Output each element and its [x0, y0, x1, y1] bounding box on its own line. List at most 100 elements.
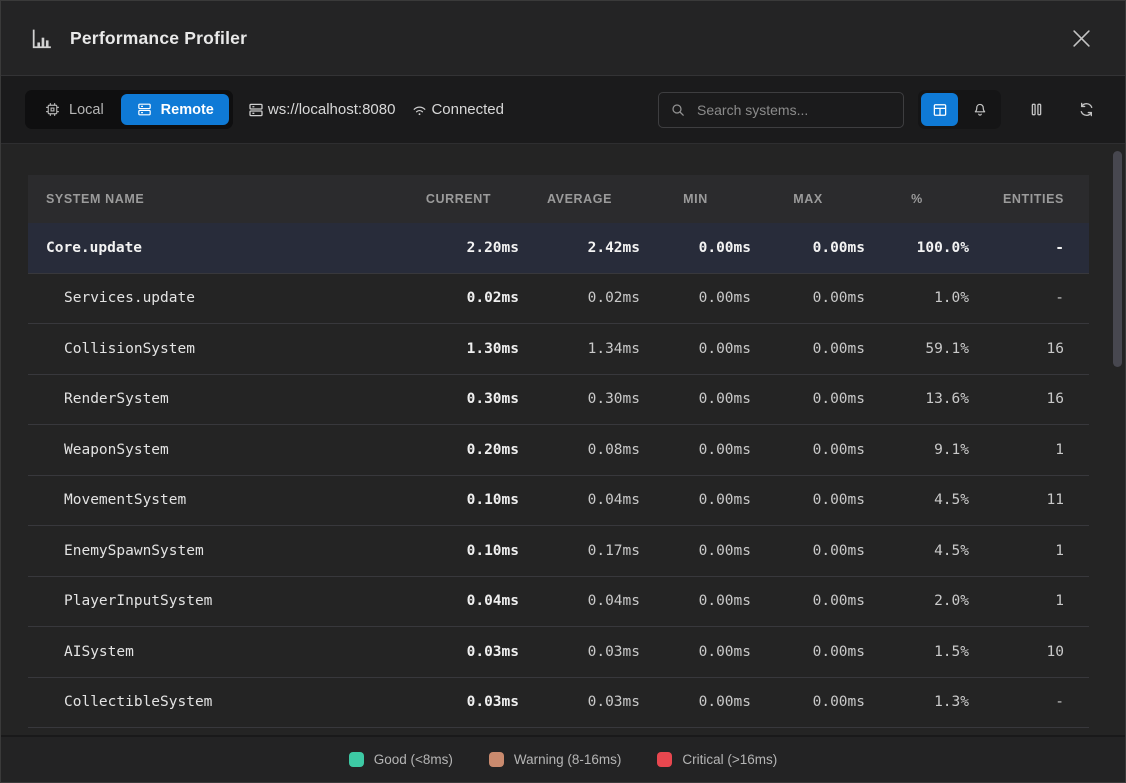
legend-swatch	[657, 752, 672, 767]
search-box[interactable]	[658, 92, 904, 128]
max-value: 0.00ms	[751, 543, 865, 559]
toolbar: Local Remote	[1, 76, 1125, 144]
pause-icon	[1027, 100, 1046, 119]
average-value: 0.03ms	[519, 644, 640, 660]
max-value: 0.00ms	[751, 442, 865, 458]
pause-button[interactable]	[1021, 93, 1051, 126]
table-row[interactable]: CollectibleSystem0.03ms0.03ms0.00ms0.00m…	[28, 678, 1089, 729]
refresh-button[interactable]	[1071, 93, 1101, 126]
current-value: 0.04ms	[398, 593, 519, 609]
entities-value: -	[969, 694, 1064, 710]
entities-value: 10	[969, 644, 1064, 660]
system-name: Core.update	[46, 240, 398, 256]
search-input[interactable]	[695, 101, 892, 119]
average-value: 0.08ms	[519, 442, 640, 458]
legend-label: Warning (8-16ms)	[514, 752, 622, 767]
table-view-button[interactable]	[921, 93, 958, 126]
legend-item: Good (<8ms)	[349, 752, 453, 767]
table-row[interactable]: Core.update2.20ms2.42ms0.00ms0.00ms100.0…	[28, 223, 1089, 274]
refresh-icon	[1077, 100, 1096, 119]
max-value: 0.00ms	[751, 694, 865, 710]
system-name: AISystem	[46, 644, 398, 660]
table-row[interactable]: PlayerInputSystem0.04ms0.04ms0.00ms0.00m…	[28, 577, 1089, 628]
max-value: 0.00ms	[751, 341, 865, 357]
percent-value: 1.5%	[865, 644, 969, 660]
system-name: MovementSystem	[46, 492, 398, 508]
column-header[interactable]: AVERAGE	[519, 192, 640, 206]
alerts-button[interactable]	[961, 93, 998, 126]
column-header[interactable]: ENTITIES	[969, 192, 1064, 206]
bell-icon	[971, 101, 989, 119]
current-value: 0.10ms	[398, 543, 519, 559]
title-bar: Performance Profiler	[1, 1, 1125, 76]
current-value: 2.20ms	[398, 240, 519, 256]
legend-swatch	[489, 752, 504, 767]
max-value: 0.00ms	[751, 240, 865, 256]
table-row[interactable]: EnemySpawnSystem0.10ms0.17ms0.00ms0.00ms…	[28, 526, 1089, 577]
view-toggle-group	[918, 90, 1001, 129]
legend-label: Good (<8ms)	[374, 752, 453, 767]
column-header[interactable]: CURRENT	[398, 192, 519, 206]
close-icon[interactable]	[1068, 25, 1095, 52]
table-row[interactable]: WeaponSystem0.20ms0.08ms0.00ms0.00ms9.1%…	[28, 425, 1089, 476]
current-value: 0.03ms	[398, 644, 519, 660]
scrollbar-thumb[interactable]	[1113, 151, 1122, 367]
column-header[interactable]: MIN	[640, 192, 751, 206]
max-value: 0.00ms	[751, 644, 865, 660]
remote-mode-button[interactable]: Remote	[121, 94, 229, 125]
column-header[interactable]: MAX	[751, 192, 865, 206]
system-name: CollectibleSystem	[46, 694, 398, 710]
content-area: SYSTEM NAMECURRENTAVERAGEMINMAX%ENTITIES…	[1, 144, 1125, 735]
wifi-icon	[411, 101, 428, 118]
connection-status-label: Connected	[431, 101, 504, 118]
min-value: 0.00ms	[640, 694, 751, 710]
max-value: 0.00ms	[751, 492, 865, 508]
current-value: 0.20ms	[398, 442, 519, 458]
percent-value: 2.0%	[865, 593, 969, 609]
entities-value: 1	[969, 543, 1064, 559]
current-value: 0.30ms	[398, 391, 519, 407]
remote-mode-label: Remote	[161, 102, 214, 118]
max-value: 0.00ms	[751, 391, 865, 407]
current-value: 0.03ms	[398, 694, 519, 710]
percent-value: 100.0%	[865, 240, 969, 256]
min-value: 0.00ms	[640, 543, 751, 559]
table-row[interactable]: Services.update0.02ms0.02ms0.00ms0.00ms1…	[28, 274, 1089, 325]
percent-value: 9.1%	[865, 442, 969, 458]
local-mode-button[interactable]: Local	[29, 94, 119, 125]
websocket-address: ws://localhost:8080	[247, 101, 396, 119]
system-name: EnemySpawnSystem	[46, 543, 398, 559]
table-row[interactable]: RenderSystem0.30ms0.30ms0.00ms0.00ms13.6…	[28, 375, 1089, 426]
table-icon	[931, 101, 949, 119]
percent-value: 1.0%	[865, 290, 969, 306]
min-value: 0.00ms	[640, 290, 751, 306]
local-mode-label: Local	[69, 102, 104, 118]
current-value: 0.02ms	[398, 290, 519, 306]
table-header: SYSTEM NAMECURRENTAVERAGEMINMAX%ENTITIES	[28, 175, 1089, 223]
percent-value: 13.6%	[865, 391, 969, 407]
average-value: 0.30ms	[519, 391, 640, 407]
legend: Good (<8ms)Warning (8-16ms)Critical (>16…	[1, 735, 1125, 782]
entities-value: -	[969, 240, 1064, 256]
system-name: RenderSystem	[46, 391, 398, 407]
percent-value: 59.1%	[865, 341, 969, 357]
percent-value: 4.5%	[865, 492, 969, 508]
column-header[interactable]: %	[865, 192, 969, 206]
percent-value: 1.3%	[865, 694, 969, 710]
cpu-chip-icon	[44, 101, 61, 118]
table-row[interactable]: CollisionSystem1.30ms1.34ms0.00ms0.00ms5…	[28, 324, 1089, 375]
entities-value: 1	[969, 442, 1064, 458]
table-row[interactable]: AISystem0.03ms0.03ms0.00ms0.00ms1.5%10	[28, 627, 1089, 678]
system-name: CollisionSystem	[46, 341, 398, 357]
max-value: 0.00ms	[751, 290, 865, 306]
average-value: 0.03ms	[519, 694, 640, 710]
average-value: 2.42ms	[519, 240, 640, 256]
entities-value: 11	[969, 492, 1064, 508]
min-value: 0.00ms	[640, 442, 751, 458]
column-header[interactable]: SYSTEM NAME	[46, 192, 398, 206]
entities-value: -	[969, 290, 1064, 306]
table-row[interactable]: MovementSystem0.10ms0.04ms0.00ms0.00ms4.…	[28, 476, 1089, 527]
connection-status: Connected	[411, 101, 504, 118]
table-body: Core.update2.20ms2.42ms0.00ms0.00ms100.0…	[28, 223, 1089, 728]
min-value: 0.00ms	[640, 593, 751, 609]
